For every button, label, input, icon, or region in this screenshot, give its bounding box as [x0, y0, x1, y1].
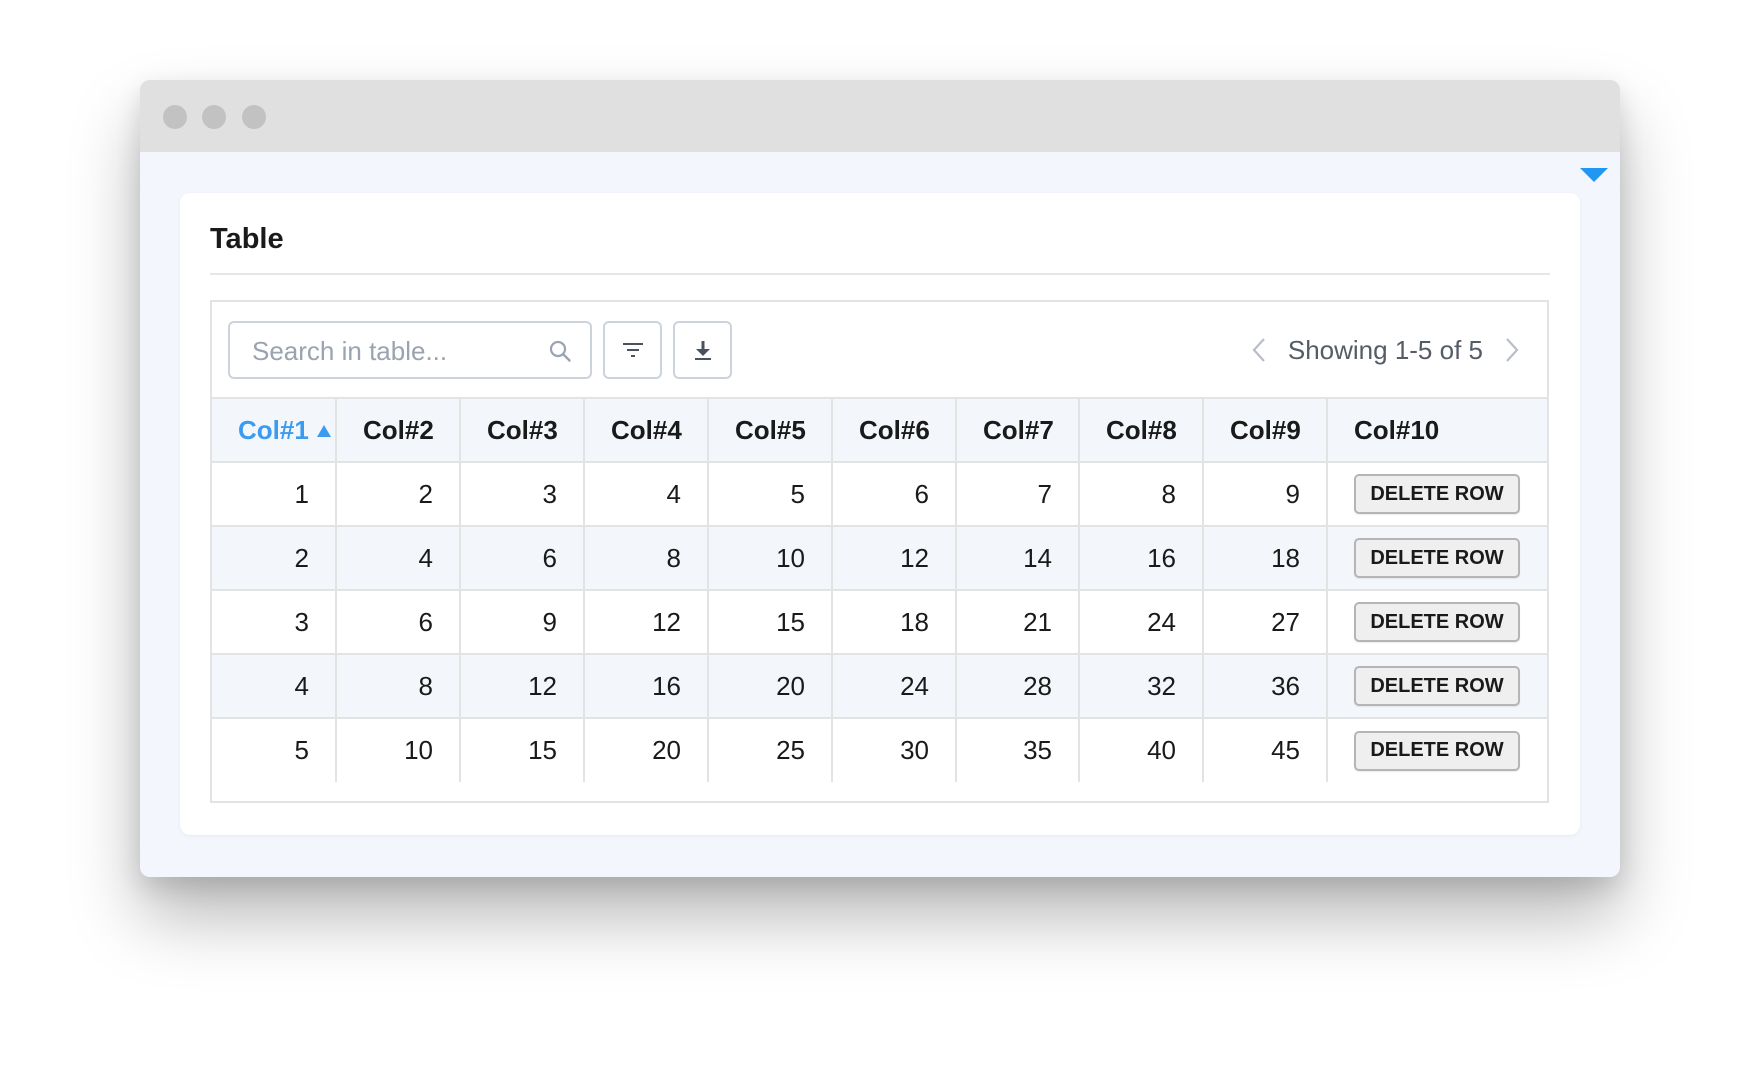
column-header-col6[interactable]: Col#6: [831, 397, 957, 463]
window-close-dot[interactable]: [163, 105, 187, 129]
table-cell: 6: [831, 461, 957, 527]
table-cell: 10: [707, 525, 833, 591]
delete-row-button[interactable]: DELETE ROW: [1354, 538, 1520, 578]
table-cell: 45: [1202, 717, 1328, 782]
table-toolbar: Showing 1-5 of 5: [212, 302, 1547, 397]
table-cell: 24: [1078, 589, 1204, 655]
pagination-status: Showing 1-5 of 5: [1287, 334, 1483, 365]
column-header-col2[interactable]: Col#2: [335, 397, 461, 463]
table-cell: 15: [707, 589, 833, 655]
table-cell: 9: [1202, 461, 1328, 527]
search-icon[interactable]: [548, 339, 572, 363]
table-cell: 5: [212, 717, 337, 782]
row-action-cell: DELETE ROW: [1326, 653, 1547, 719]
column-header-col4[interactable]: Col#4: [583, 397, 709, 463]
delete-row-button[interactable]: DELETE ROW: [1354, 474, 1520, 514]
row-action-cell: DELETE ROW: [1326, 525, 1547, 591]
table-cell: 6: [335, 589, 461, 655]
table-cell: 8: [583, 525, 709, 591]
column-header-col5[interactable]: Col#5: [707, 397, 833, 463]
table-cell: 16: [583, 653, 709, 719]
table-cell: 4: [212, 653, 337, 719]
table-row: 4 8 12 16 20 24 28 32 36 DELETE ROW: [212, 653, 1547, 719]
pagination: Showing 1-5 of 5: [1244, 321, 1527, 379]
table-cell: 18: [831, 589, 957, 655]
table-row: 1 2 3 4 5 6 7 8 9 DELETE ROW: [212, 461, 1547, 527]
column-header-col7[interactable]: Col#7: [955, 397, 1080, 463]
search-input[interactable]: [250, 335, 534, 367]
next-page-button[interactable]: [1497, 330, 1527, 370]
column-header-col3[interactable]: Col#3: [459, 397, 585, 463]
row-action-cell: DELETE ROW: [1326, 717, 1547, 782]
table-cell: 36: [1202, 653, 1328, 719]
chevron-left-icon: [1252, 338, 1265, 362]
sort-ascending-icon: [316, 424, 331, 437]
window-maximize-dot[interactable]: [242, 105, 266, 129]
table-cell: 14: [955, 525, 1080, 591]
table-cell: 8: [1078, 461, 1204, 527]
table-cell: 21: [955, 589, 1080, 655]
delete-row-button[interactable]: DELETE ROW: [1354, 730, 1520, 771]
panel-title: Table: [210, 223, 284, 255]
table-cell: 12: [583, 589, 709, 655]
table-cell: 25: [707, 717, 833, 782]
delete-row-button[interactable]: DELETE ROW: [1354, 602, 1520, 642]
table-cell: 15: [459, 717, 585, 782]
table-row: 5 10 15 20 25 30 35 40 45 DELETE ROW: [212, 717, 1547, 782]
delete-row-button[interactable]: DELETE ROW: [1354, 666, 1520, 706]
filter-button[interactable]: [603, 321, 662, 379]
chevron-right-icon: [1506, 338, 1519, 362]
data-table: Col#1 Col#2 Col#3 Col#4 Col#5 Col#6 Col#…: [212, 397, 1547, 782]
table-cell: 7: [955, 461, 1080, 527]
table-cell: 18: [1202, 525, 1328, 591]
table-cell: 16: [1078, 525, 1204, 591]
column-header-label: Col#1: [238, 414, 309, 445]
table-cell: 12: [831, 525, 957, 591]
column-header-col9[interactable]: Col#9: [1202, 397, 1328, 463]
table-cell: 28: [955, 653, 1080, 719]
table-cell: 2: [335, 461, 461, 527]
window-titlebar: [140, 80, 1620, 152]
table-cell: 27: [1202, 589, 1328, 655]
caret-down-icon[interactable]: [1580, 168, 1608, 182]
table-cell: 8: [335, 653, 461, 719]
search-box: [228, 321, 592, 379]
table-cell: 12: [459, 653, 585, 719]
table-cell: 24: [831, 653, 957, 719]
column-header-col8[interactable]: Col#8: [1078, 397, 1204, 463]
column-header-col1[interactable]: Col#1: [212, 397, 337, 463]
table-cell: 32: [1078, 653, 1204, 719]
table-cell: 3: [459, 461, 585, 527]
table-cell: 40: [1078, 717, 1204, 782]
table-cell: 9: [459, 589, 585, 655]
table-cell: 1: [212, 461, 337, 527]
table-row: 3 6 9 12 15 18 21 24 27 DELETE ROW: [212, 589, 1547, 655]
table-cell: 6: [459, 525, 585, 591]
row-action-cell: DELETE ROW: [1326, 461, 1547, 527]
table-cell: 5: [707, 461, 833, 527]
table-cell: 4: [335, 525, 461, 591]
window-minimize-dot[interactable]: [202, 105, 226, 129]
filter-icon: [622, 343, 643, 357]
table-row: 2 4 6 8 10 12 14 16 18 DELETE ROW: [212, 525, 1547, 591]
table-cell: 35: [955, 717, 1080, 782]
row-action-cell: DELETE ROW: [1326, 589, 1547, 655]
data-table-container: Showing 1-5 of 5 Col#1 Col#2: [210, 300, 1549, 803]
table-cell: 10: [335, 717, 461, 782]
column-header-col10[interactable]: Col#10: [1326, 397, 1547, 463]
table-panel: Table Search in table... Showing 1-5 of …: [180, 193, 1580, 835]
table-header-row: Col#1 Col#2 Col#3 Col#4 Col#5 Col#6 Col#…: [212, 397, 1547, 463]
table-cell: 4: [583, 461, 709, 527]
table-cell: 20: [707, 653, 833, 719]
table-cell: 30: [831, 717, 957, 782]
table-cell: 20: [583, 717, 709, 782]
panel-divider: [210, 273, 1550, 275]
download-button[interactable]: [673, 321, 732, 379]
table-cell: 2: [212, 525, 337, 591]
table-cell: 3: [212, 589, 337, 655]
prev-page-button[interactable]: [1244, 330, 1274, 370]
download-icon: [694, 341, 711, 360]
browser-window: Table Search in table... Showing 1-5 of …: [140, 80, 1620, 877]
